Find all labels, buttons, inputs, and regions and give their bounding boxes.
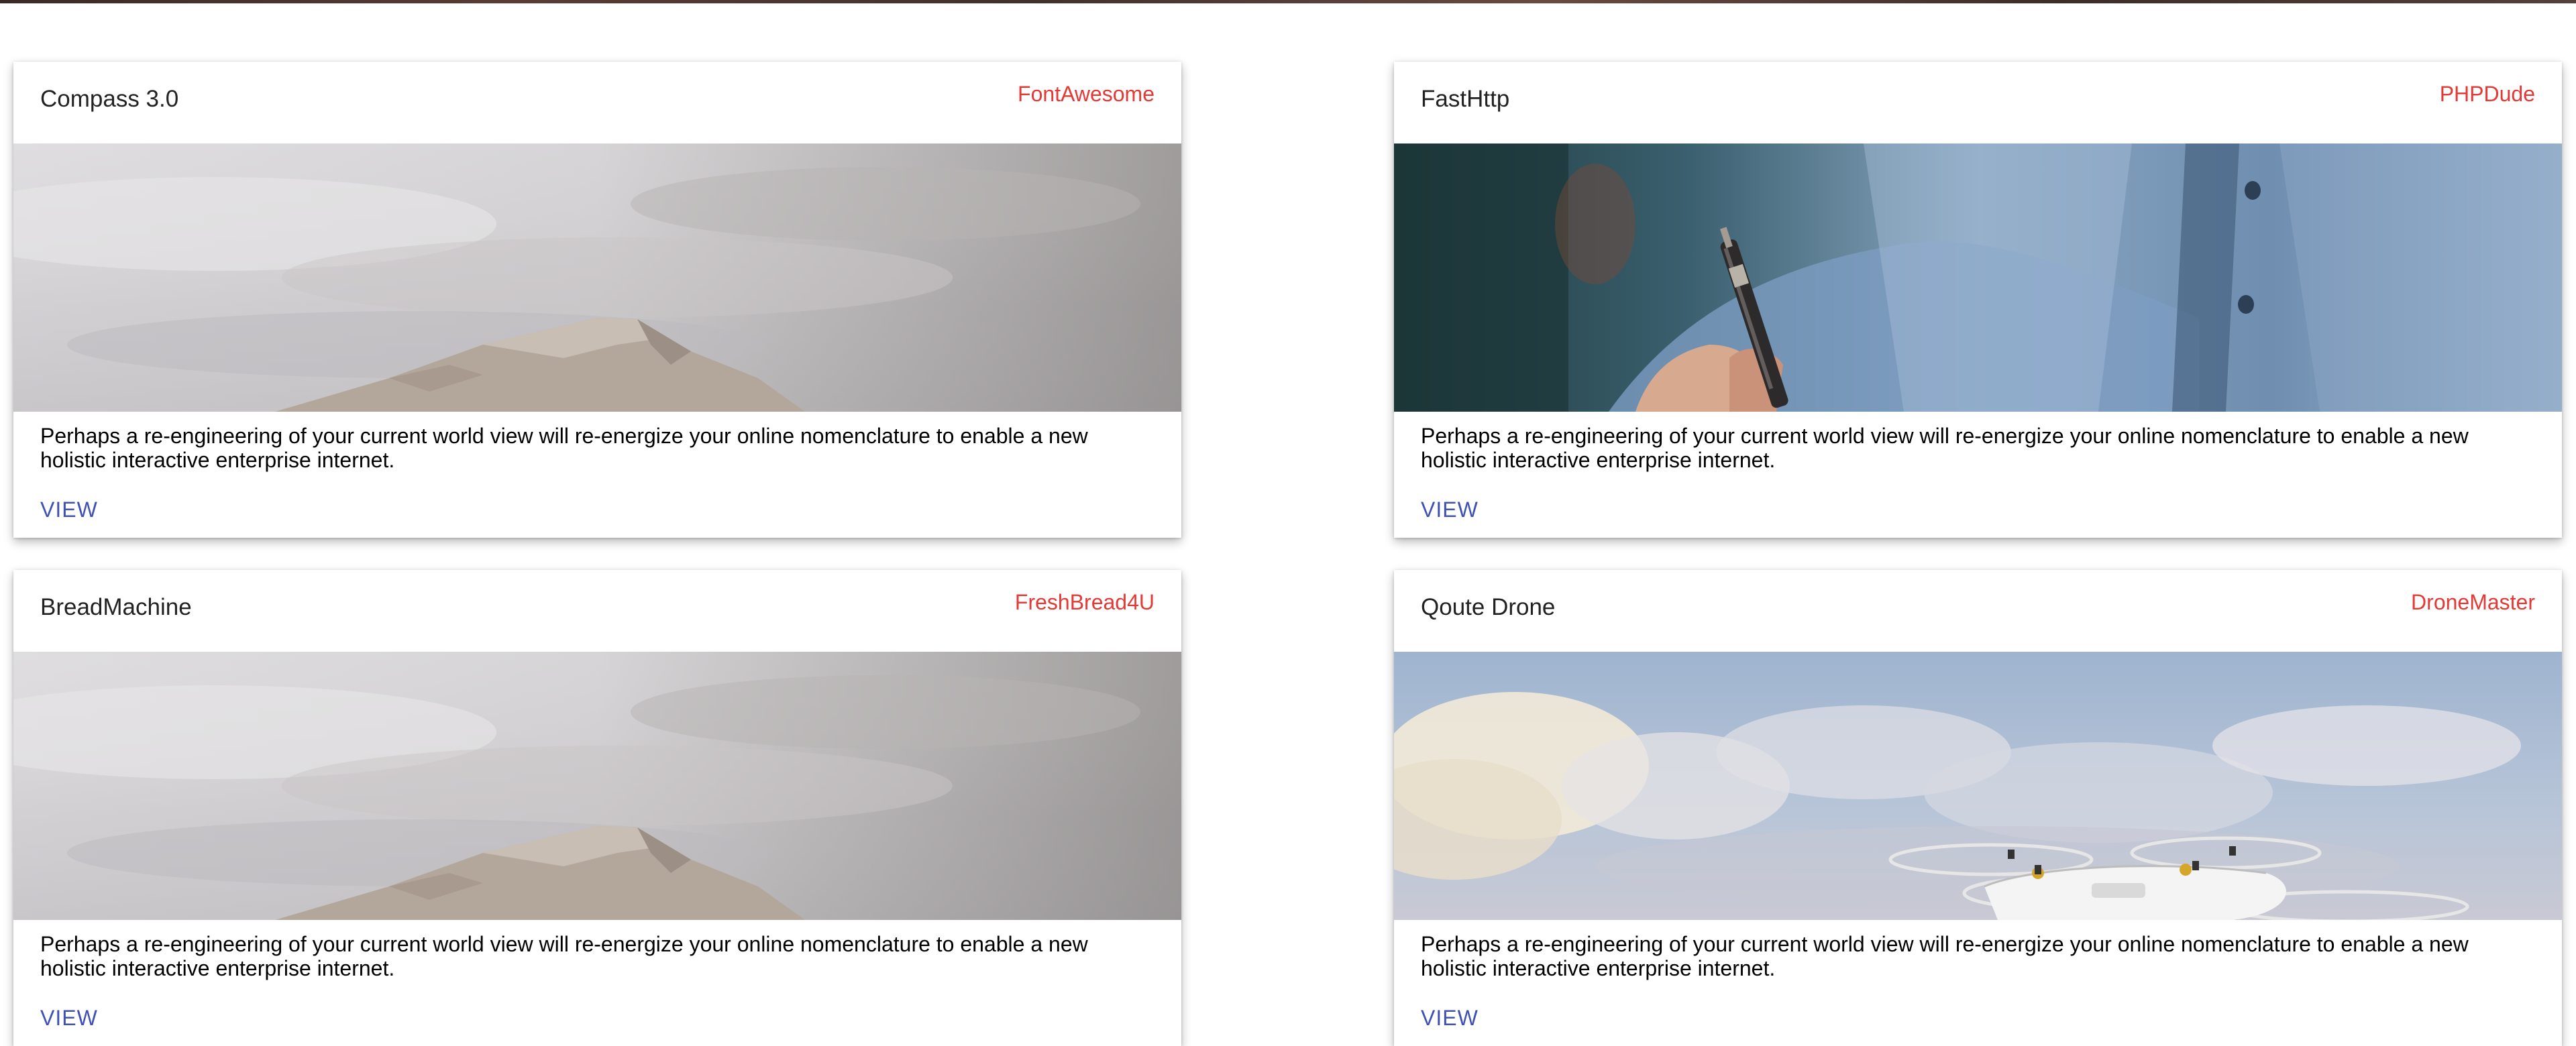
project-card-grid: Compass 3.0 FontAwesome Perhaps a re-eng… [0,0,2576,1046]
mountain-clouds-image [13,652,1181,920]
view-button[interactable]: VIEW [1421,1006,1479,1031]
card-author-link[interactable]: FreshBread4U [1015,590,1155,615]
project-card: Compass 3.0 FontAwesome Perhaps a re-eng… [13,62,1181,538]
card-author-link[interactable]: DroneMaster [2411,590,2535,615]
card-description: Perhaps a re-engineering of your current… [40,932,1088,980]
card-author-link[interactable]: FontAwesome [1018,82,1155,107]
project-card: FastHttp PHPDude Perhaps a re-engineerin… [1394,62,2562,538]
hand-writing-pen-image [1394,143,2562,412]
view-button[interactable]: VIEW [40,1006,98,1031]
view-button[interactable]: VIEW [40,498,98,522]
card-title: Compass 3.0 [40,86,179,112]
project-card: Qoute Drone DroneMaster Perhaps a re-eng… [1394,570,2562,1046]
card-description: Perhaps a re-engineering of your current… [1421,932,2469,980]
card-author-link[interactable]: PHPDude [2440,82,2535,107]
card-description: Perhaps a re-engineering of your current… [1421,424,2469,472]
card-title: FastHttp [1421,86,1510,112]
project-card: BreadMachine FreshBread4U Perhaps a re-e… [13,570,1181,1046]
view-button[interactable]: VIEW [1421,498,1479,522]
card-description: Perhaps a re-engineering of your current… [40,424,1088,472]
mountain-clouds-image [13,143,1181,412]
drone-sky-image [1394,652,2562,920]
card-title: BreadMachine [40,594,192,620]
card-title: Qoute Drone [1421,594,1556,620]
